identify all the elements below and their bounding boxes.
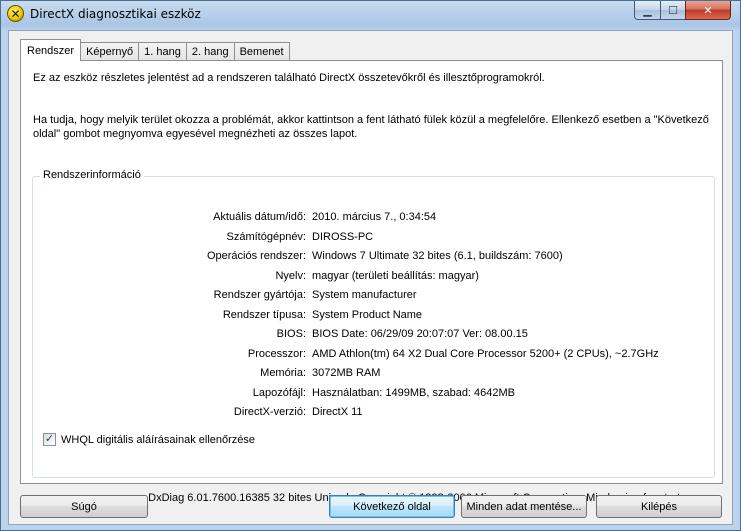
info-label: Nyelv: [275,270,306,282]
info-value: 3072MB RAM [312,367,381,379]
info-label: Számítógépnév: [226,231,307,243]
intro-text: Ez az eszköz részletes jelentést ad a re… [33,72,545,84]
info-row-pagefile: Lapozófájl: Használatban: 1499MB, szabad… [33,387,716,403]
info-row-manufacturer: Rendszer gyártója: System manufacturer [33,289,716,305]
info-value: System Product Name [312,309,423,321]
info-row-memory: Memória: 3072MB RAM [33,367,716,383]
help-button[interactable]: Súgó [20,495,148,518]
info-label: Rendszer típusa: [222,309,306,321]
info-label: Rendszer gyártója: [213,289,306,301]
tab-kepernyo[interactable]: Képernyő [80,42,140,61]
exit-button[interactable]: Kilépés [596,495,722,518]
next-page-button[interactable]: Következő oldal [329,495,455,518]
info-label: Processzor: [247,348,306,360]
info-value: Használatban: 1499MB, szabad: 4642MB [312,387,516,399]
close-button[interactable]: ✕ [685,1,731,20]
instructions-text: Ha tudja, hogy melyik terület okozza a p… [33,114,709,140]
info-row-datetime: Aktuális dátum/idő: 2010. március 7., 0:… [33,211,716,227]
save-all-button[interactable]: Minden adat mentése... [461,495,587,518]
minimize-button[interactable]: ▁ [634,1,661,20]
checkmark-icon: ✓ [44,433,55,445]
group-title: Rendszerinformáció [40,169,144,181]
info-row-computer-name: Számítógépnév: DIROSS-PC [33,231,716,247]
title-bar[interactable]: ✕ DirectX diagnosztikai eszköz ▁ ☐ ✕ [1,1,740,29]
minimize-icon: ▁ [643,4,652,17]
window-title: DirectX diagnosztikai eszköz [30,7,201,21]
info-label: BIOS: [276,328,306,340]
whql-checkbox[interactable]: ✓ [43,433,56,446]
info-row-model: Rendszer típusa: System Product Name [33,309,716,325]
system-info-group: Rendszerinformáció Aktuális dátum/idő: 2… [32,169,716,478]
info-label: Aktuális dátum/idő: [213,211,306,223]
tab-bemenet[interactable]: Bemenet [233,42,290,61]
tab-hang-1[interactable]: 1. hang [138,42,187,61]
info-value: DIROSS-PC [312,231,374,243]
dxdiag-window: ✕ DirectX diagnosztikai eszköz ▁ ☐ ✕ Ren… [0,0,741,531]
info-value: Windows 7 Ultimate 32 bites (6.1, builds… [312,250,563,262]
info-label: Operációs rendszer: [206,250,306,262]
maximize-button[interactable]: ☐ [660,1,686,20]
info-value: AMD Athlon(tm) 64 X2 Dual Core Processor… [312,348,659,360]
whql-label[interactable]: WHQL digitális aláírásainak ellenőrzése [61,434,255,446]
info-row-processor: Processzor: AMD Athlon(tm) 64 X2 Dual Co… [33,348,716,364]
tab-strip: Rendszer Képernyő 1. hang 2. hang Bemene… [20,39,290,61]
client-area: Rendszer Képernyő 1. hang 2. hang Bemene… [8,30,733,525]
whql-checkbox-row[interactable]: ✓ WHQL digitális aláírásainak ellenőrzés… [43,433,255,446]
info-value: DirectX 11 [312,406,363,418]
info-row-bios: BIOS: BIOS Date: 06/29/09 20:07:07 Ver: … [33,328,716,344]
info-label: Memória: [260,367,306,379]
info-row-os: Operációs rendszer: Windows 7 Ultimate 3… [33,250,716,266]
info-row-language: Nyelv: magyar (területi beállítás: magya… [33,270,716,286]
info-value: System manufacturer [312,289,417,301]
info-value: BIOS Date: 06/29/09 20:07:07 Ver: 08.00.… [312,328,528,340]
tab-hang-2[interactable]: 2. hang [185,42,235,61]
close-icon: ✕ [703,4,713,17]
info-label: DirectX-verzió: [233,406,306,418]
info-label: Lapozófájl: [252,387,306,399]
tab-rendszer[interactable]: Rendszer [20,39,82,61]
info-value: 2010. március 7., 0:34:54 [312,211,437,223]
maximize-icon: ☐ [668,4,678,17]
info-value: magyar (területi beállítás: magyar) [312,270,479,282]
tab-panel-rendszer: Ez az eszköz részletes jelentést ad a re… [20,60,723,504]
directx-x-icon: ✕ [7,5,24,22]
info-row-directx-version: DirectX-verzió: DirectX 11 [33,406,716,422]
